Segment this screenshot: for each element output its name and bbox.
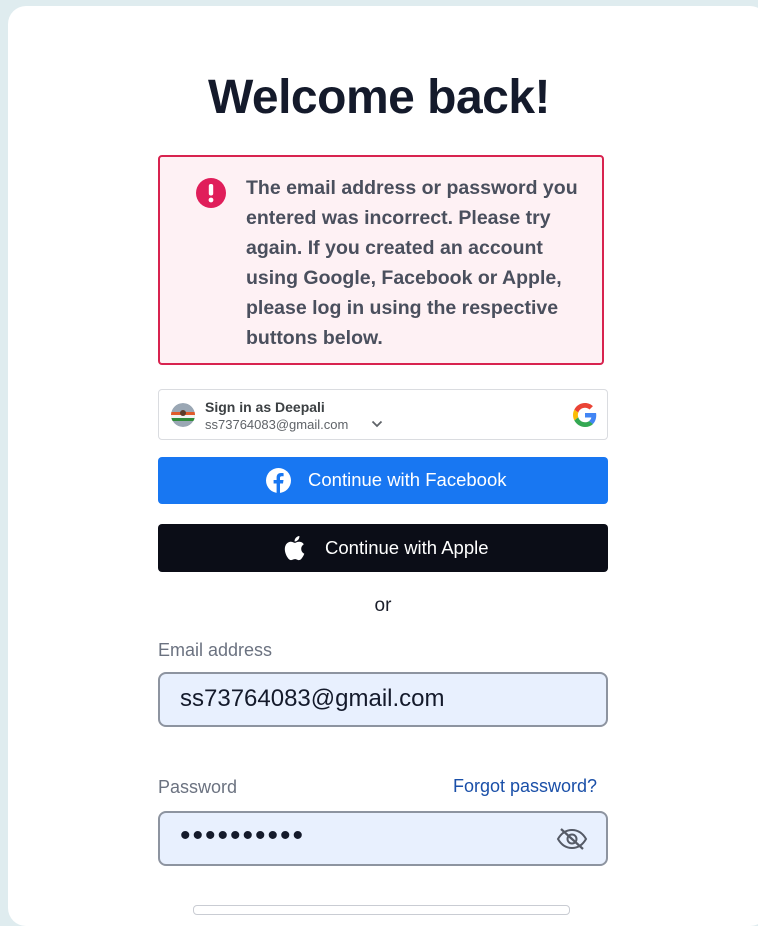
facebook-icon — [266, 468, 291, 493]
password-field-value: •••••••••• — [180, 819, 306, 852]
continue-with-facebook-button[interactable]: Continue with Facebook — [158, 457, 608, 504]
chevron-down-icon[interactable] — [371, 419, 383, 429]
apple-icon — [284, 536, 305, 561]
google-account-email: ss73764083@gmail.com — [205, 417, 349, 432]
password-label: Password — [158, 777, 238, 797]
page-title: Welcome back! — [207, 71, 551, 124]
password-field[interactable]: •••••••••• — [158, 811, 608, 866]
avatar — [171, 403, 195, 427]
forgot-password-link[interactable]: Forgot password? — [453, 776, 597, 797]
email-label: Email address — [158, 640, 273, 660]
facebook-button-label: Continue with Facebook — [308, 469, 507, 490]
next-element-outline — [193, 905, 570, 915]
exclamation-circle-icon — [196, 178, 226, 208]
error-alert: The email address or password you entere… — [158, 155, 604, 365]
error-message: The email address or password you entere… — [246, 177, 578, 349]
google-account-name: Sign in as Deepali — [205, 399, 325, 415]
continue-with-apple-button[interactable]: Continue with Apple — [158, 524, 608, 572]
google-signin-button[interactable]: Sign in as Deepali ss73764083@gmail.com — [158, 389, 608, 440]
apple-button-label: Continue with Apple — [325, 537, 489, 558]
email-field[interactable]: ss73764083@gmail.com — [158, 672, 608, 727]
eye-off-icon[interactable] — [556, 827, 588, 851]
email-field-value: ss73764083@gmail.com — [180, 685, 445, 712]
or-divider: or — [374, 595, 392, 616]
google-g-icon — [573, 403, 597, 427]
